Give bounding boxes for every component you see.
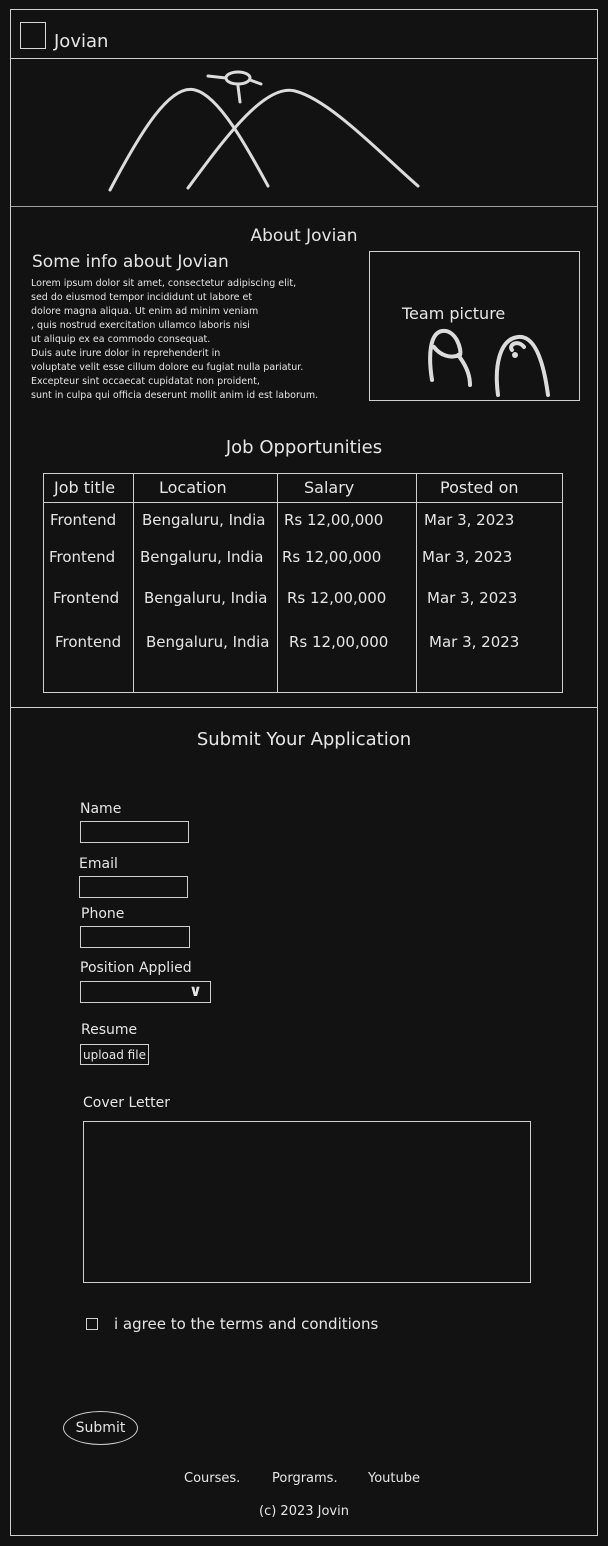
- table-cell: Rs 12,00,000: [287, 589, 387, 607]
- footer-link-courses[interactable]: Courses.: [184, 1471, 240, 1486]
- phone-field[interactable]: [80, 926, 190, 948]
- table-cell: Mar 3, 2023: [427, 589, 518, 607]
- resume-label: Resume: [81, 1022, 138, 1038]
- chevron-down-icon: ∨: [189, 981, 202, 1000]
- table-cell: Rs 12,00,000: [282, 548, 382, 566]
- table-cell: Mar 3, 2023: [422, 548, 513, 566]
- footer-link-programs[interactable]: Porgrams.: [272, 1471, 338, 1486]
- table-cell: Bengaluru, India: [144, 589, 268, 607]
- email-field[interactable]: [79, 876, 188, 898]
- table-cell: Bengaluru, India: [140, 548, 264, 566]
- table-cell: Frontend: [53, 589, 120, 607]
- about-body: Lorem ipsum dolor sit amet, consectetur …: [31, 278, 319, 401]
- section-divider: [10, 707, 598, 708]
- phone-label: Phone: [81, 906, 125, 922]
- table-cell: Bengaluru, India: [146, 633, 270, 651]
- submit-button[interactable]: Submit: [63, 1411, 138, 1445]
- terms-checkbox[interactable]: [86, 1318, 98, 1330]
- email-label: Email: [79, 856, 118, 872]
- terms-label[interactable]: i agree to the terms and conditions: [114, 1315, 378, 1333]
- column-header-salary: Salary: [304, 478, 355, 497]
- position-label: Position Applied: [80, 960, 192, 976]
- table-cell: Frontend: [50, 511, 117, 529]
- name-label: Name: [80, 801, 122, 817]
- hero-mountains-image: [10, 58, 598, 207]
- cover-letter-label: Cover Letter: [83, 1095, 170, 1111]
- brand-name[interactable]: Jovian: [54, 31, 108, 52]
- team-picture-label: Team picture: [402, 304, 506, 323]
- column-header-posted-on: Posted on: [440, 478, 519, 497]
- name-field[interactable]: [80, 821, 189, 843]
- upload-file-button[interactable]: upload file: [80, 1044, 149, 1065]
- jobs-title: Job Opportunities: [225, 437, 383, 458]
- table-cell: Mar 3, 2023: [429, 633, 520, 651]
- table-cell: Rs 12,00,000: [284, 511, 384, 529]
- logo-icon[interactable]: [20, 22, 46, 49]
- position-select[interactable]: ∨: [80, 981, 211, 1003]
- column-header-location: Location: [159, 478, 227, 497]
- about-subtitle: Some info about Jovian: [32, 252, 229, 272]
- jobs-table: Job title Location Salary Posted on Fron…: [43, 473, 563, 693]
- table-cell: Mar 3, 2023: [424, 511, 515, 529]
- footer-link-youtube[interactable]: Youtube: [368, 1471, 420, 1486]
- copyright: (c) 2023 Jovin: [259, 1504, 349, 1519]
- team-people-icon: [428, 328, 550, 397]
- about-title: About Jovian: [250, 226, 358, 246]
- column-header-job-title: Job title: [54, 478, 116, 497]
- cover-letter-textarea[interactable]: [83, 1121, 531, 1283]
- table-cell: Bengaluru, India: [142, 511, 266, 529]
- form-title: Submit Your Application: [196, 729, 412, 750]
- table-cell: Frontend: [55, 633, 122, 651]
- table-cell: Frontend: [49, 548, 116, 566]
- table-cell: Rs 12,00,000: [289, 633, 389, 651]
